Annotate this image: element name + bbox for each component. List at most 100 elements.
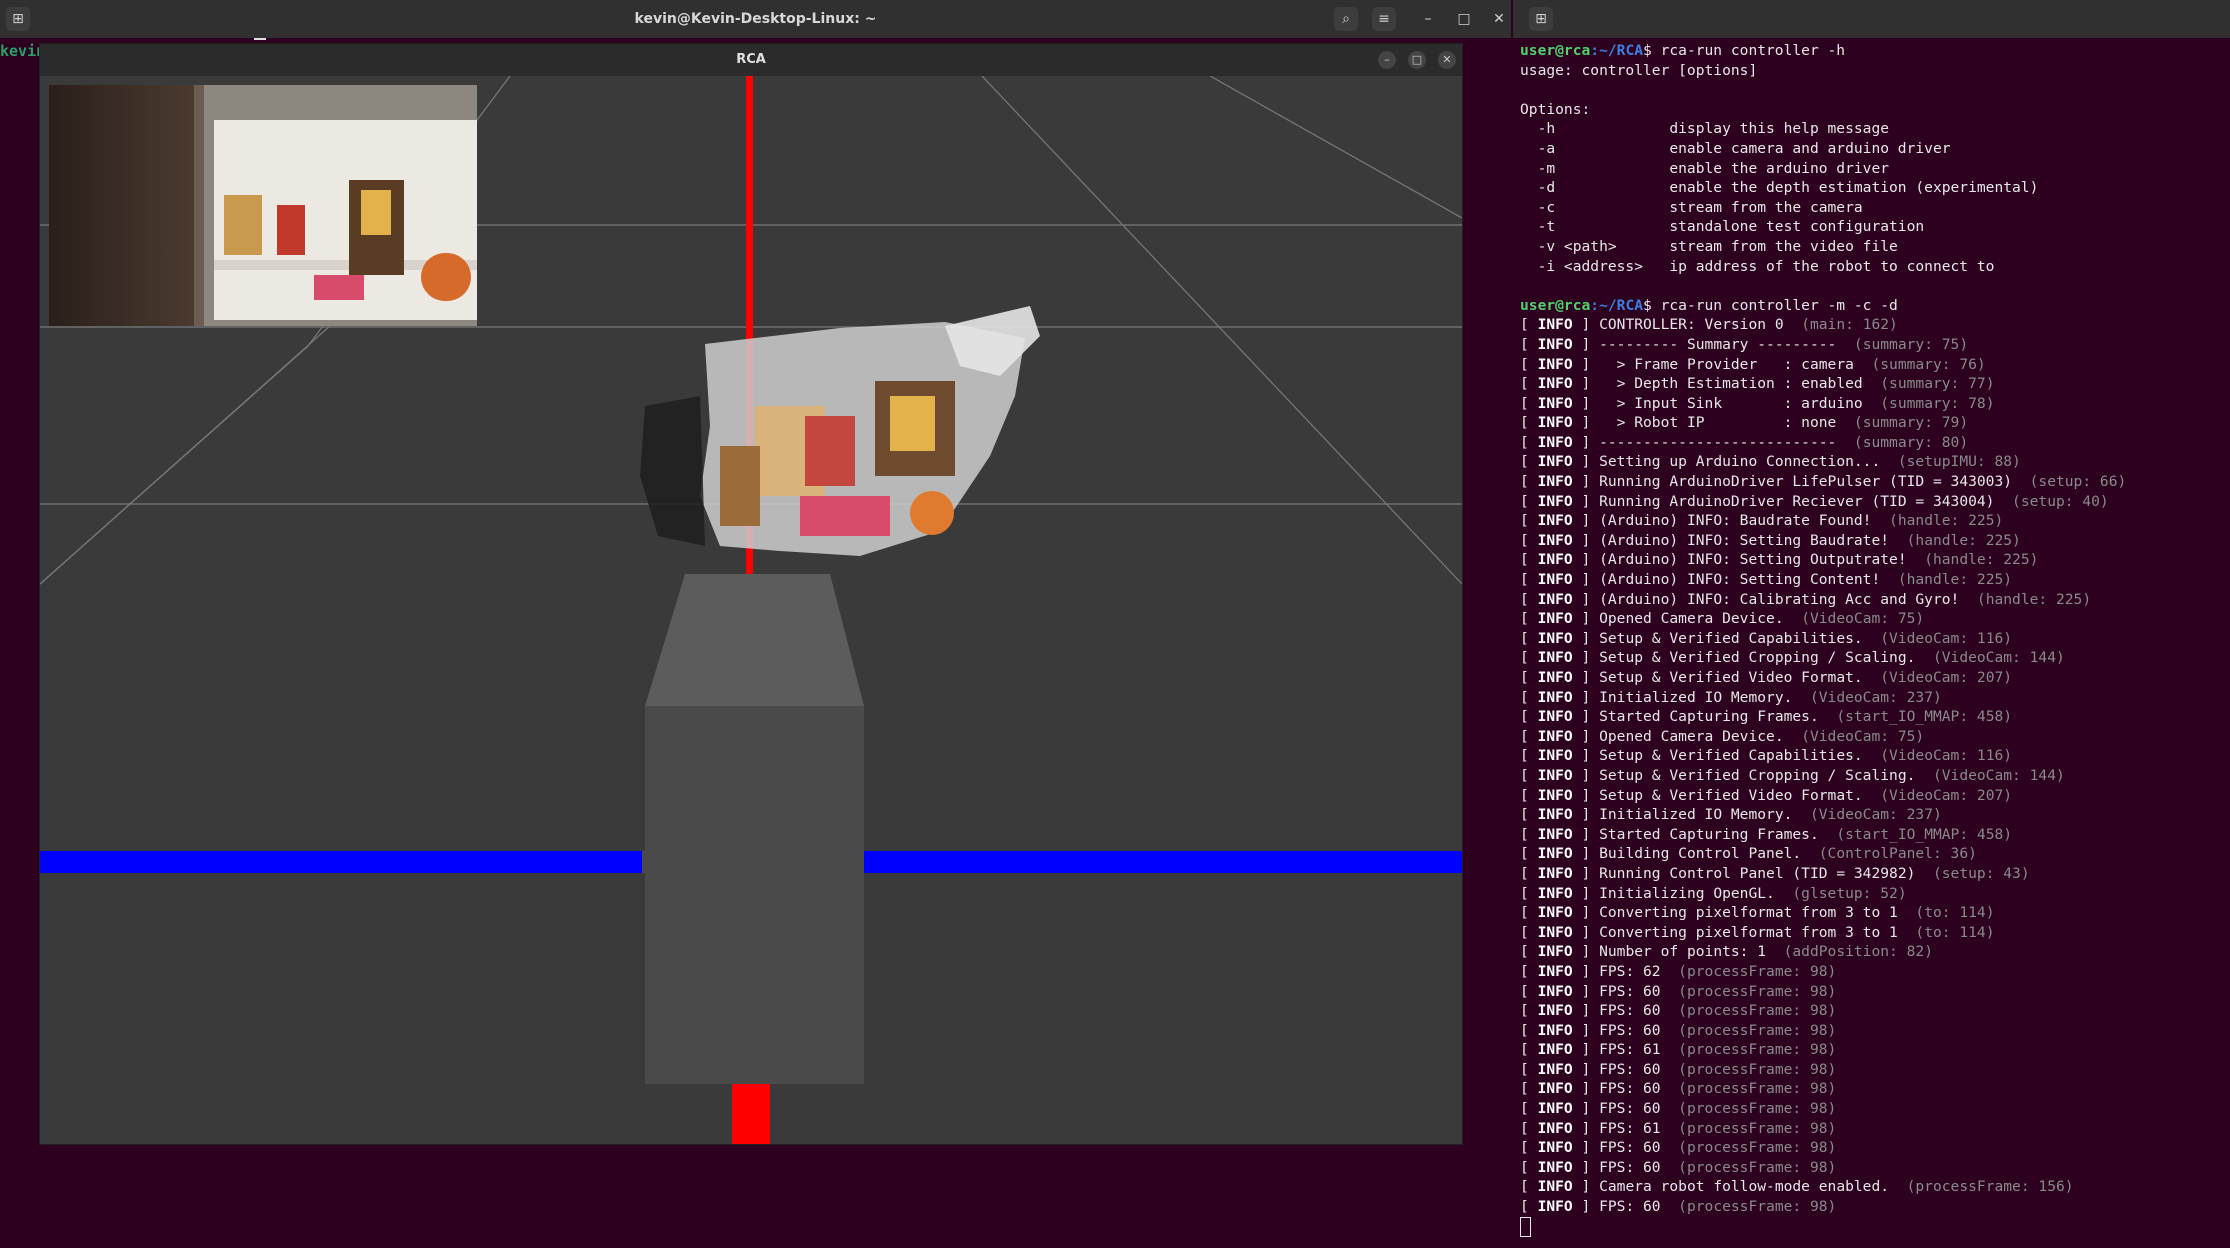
maximize-icon[interactable]: □ [1452, 7, 1476, 31]
log-level: INFO [1537, 453, 1573, 471]
log-source: (processFrame: 98) [1678, 1139, 1837, 1157]
terminal-line: [ INFO ] Setup & Verified Capabilities. … [1520, 629, 2013, 647]
minimize-icon[interactable]: – [1416, 7, 1440, 31]
terminal-line: [ INFO ] Converting pixelformat from 3 t… [1520, 923, 1995, 941]
search-icon[interactable]: ⌕ [1334, 7, 1358, 31]
terminal-line: [ INFO ] Converting pixelformat from 3 t… [1520, 904, 1995, 922]
log-source: (ControlPanel: 36) [1818, 845, 1977, 863]
log-level: INFO [1537, 414, 1573, 432]
log-source: (processFrame: 98) [1678, 1002, 1837, 1020]
terminal-line: -a enable camera and arduino driver [1520, 139, 1951, 157]
log-message: FPS: 60 [1599, 1100, 1679, 1118]
log-source: (handle: 225) [1897, 571, 2013, 589]
log-level: INFO [1537, 864, 1573, 882]
log-message: FPS: 60 [1599, 982, 1679, 1000]
terminal-line: -h display this help message [1520, 120, 1890, 138]
log-source: (setupIMU: 88) [1897, 453, 2021, 471]
log-level: INFO [1537, 962, 1573, 980]
log-level: INFO [1537, 571, 1573, 589]
log-level: INFO [1537, 473, 1573, 491]
log-level: INFO [1537, 1178, 1573, 1196]
log-level: INFO [1537, 806, 1573, 824]
terminal-line: user@rca:~/RCA$ rca-run controller -m -c… [1520, 296, 2126, 316]
close-icon[interactable]: ✕ [1487, 7, 1511, 31]
log-message: Started Capturing Frames. [1599, 708, 1837, 726]
rca-maximize-icon[interactable]: □ [1408, 51, 1426, 69]
terminal-line: [ INFO ] FPS: 60 (processFrame: 98) [1520, 1060, 1837, 1078]
rca-close-icon[interactable]: ✕ [1438, 51, 1456, 69]
log-message: > Frame Provider : camera [1599, 355, 1872, 373]
rca-minimize-icon[interactable]: – [1378, 51, 1396, 69]
log-message: Started Capturing Frames. [1599, 825, 1837, 843]
terminal-line: -d enable the depth estimation (experime… [1520, 179, 2039, 197]
log-message: FPS: 60 [1599, 1198, 1679, 1216]
rca-window-title: RCA [40, 44, 1462, 76]
terminal-line: [ INFO ] (Arduino) INFO: Calibrating Acc… [1520, 590, 2092, 608]
new-tab-icon[interactable]: ⊞ [1529, 7, 1553, 31]
terminal-line: [ INFO ] (Arduino) INFO: Setting Content… [1520, 571, 2013, 589]
log-source: (VideoCam: 116) [1880, 629, 2013, 647]
log-source: (addPosition: 82) [1783, 943, 1933, 961]
terminal-line: [ INFO ] > Input Sink : arduino (summary… [1520, 394, 1995, 412]
terminal-line: [ INFO ] FPS: 60 (processFrame: 98) [1520, 1139, 1837, 1157]
left-terminal-prompt: kevin [0, 42, 46, 60]
log-level: INFO [1537, 747, 1573, 765]
log-message: > Robot IP : none [1599, 414, 1854, 432]
log-level: INFO [1537, 316, 1573, 334]
terminal-line: [ INFO ] FPS: 61 (processFrame: 98) [1520, 1041, 1837, 1059]
terminal-output: user@rca:~/RCA$ rca-run controller -h usa… [1520, 41, 2126, 1237]
3d-viewport[interactable] [40, 76, 1462, 1144]
terminal-line: [ INFO ] Running ArduinoDriver Reciever … [1520, 492, 2109, 510]
terminal-line: [ INFO ] Setup & Verified Capabilities. … [1520, 747, 2013, 765]
terminal-line: [ INFO ] CONTROLLER: Version 0 (main: 16… [1520, 316, 1898, 334]
terminal-line: [ INFO ] Setup & Verified Video Format. … [1520, 786, 2013, 804]
log-source: (VideoCam: 144) [1932, 766, 2065, 784]
prompt-user: user@rca [1520, 42, 1591, 59]
terminal-line: [ INFO ] Started Capturing Frames. (star… [1520, 708, 2013, 726]
log-message: (Arduino) INFO: Baudrate Found! [1599, 512, 1890, 530]
prompt-user: user@rca [1520, 296, 1591, 314]
log-message: > Depth Estimation : enabled [1599, 375, 1881, 393]
terminal-line: [ INFO ] (Arduino) INFO: Setting Outputr… [1520, 551, 2039, 569]
log-source: (processFrame: 156) [1906, 1178, 2074, 1196]
prompt-command: $ rca-run controller -m -c -d [1643, 296, 1898, 314]
log-level: INFO [1537, 943, 1573, 961]
terminal-line: [ INFO ] FPS: 60 (processFrame: 98) [1520, 1002, 1837, 1020]
log-level: INFO [1537, 825, 1573, 843]
log-level: INFO [1537, 1158, 1573, 1176]
log-message: (Arduino) INFO: Setting Baudrate! [1599, 531, 1907, 549]
log-source: (VideoCam: 207) [1880, 669, 2013, 686]
log-level: INFO [1537, 786, 1573, 804]
log-source: (main: 162) [1801, 316, 1898, 334]
log-level: INFO [1537, 492, 1573, 510]
log-level: INFO [1537, 375, 1573, 393]
terminal-line: [ INFO ] FPS: 60 (processFrame: 98) [1520, 1100, 1837, 1118]
log-message: (Arduino) INFO: Calibrating Acc and Gyro… [1599, 590, 1977, 608]
rca-window[interactable]: RCA – □ ✕ [40, 44, 1462, 1144]
log-message: Converting pixelformat from 3 to 1 [1599, 923, 1916, 941]
log-source: (VideoCam: 75) [1801, 610, 1925, 628]
left-terminal-titlebar[interactable]: ⊞ kevin@Kevin-Desktop-Linux: ~ ⌕ ≡ – □ ✕ [0, 0, 1511, 39]
log-source: (VideoCam: 237) [1809, 806, 1942, 824]
log-level: INFO [1537, 904, 1573, 922]
log-message: --------- Summary --------- [1599, 335, 1854, 353]
log-message: FPS: 60 [1599, 1080, 1679, 1098]
log-message: Setup & Verified Cropping / Scaling. [1599, 766, 1933, 784]
right-terminal-titlebar[interactable]: ⊞ [1513, 0, 2230, 39]
right-terminal[interactable]: user@rca:~/RCA$ rca-run controller -h usa… [1513, 38, 2230, 1248]
log-source: (glsetup: 52) [1792, 884, 1907, 902]
robot-box-front [645, 706, 864, 1084]
terminal-line: [ INFO ] Camera robot follow-mode enable… [1520, 1178, 2074, 1196]
log-level: INFO [1537, 766, 1573, 784]
log-message: Setup & Verified Cropping / Scaling. [1599, 649, 1933, 667]
terminal-line: [ INFO ] FPS: 62 (processFrame: 98) [1520, 962, 1837, 980]
log-level: INFO [1537, 531, 1573, 549]
log-message: Converting pixelformat from 3 to 1 [1599, 904, 1916, 922]
log-level: INFO [1537, 688, 1573, 706]
log-source: (processFrame: 98) [1678, 1041, 1837, 1059]
log-level: INFO [1537, 708, 1573, 726]
hamburger-menu-icon[interactable]: ≡ [1372, 7, 1396, 31]
prompt-command: $ rca-run controller -h [1643, 42, 1846, 59]
terminal-line: [ INFO ] Running Control Panel (TID = 34… [1520, 864, 2030, 882]
